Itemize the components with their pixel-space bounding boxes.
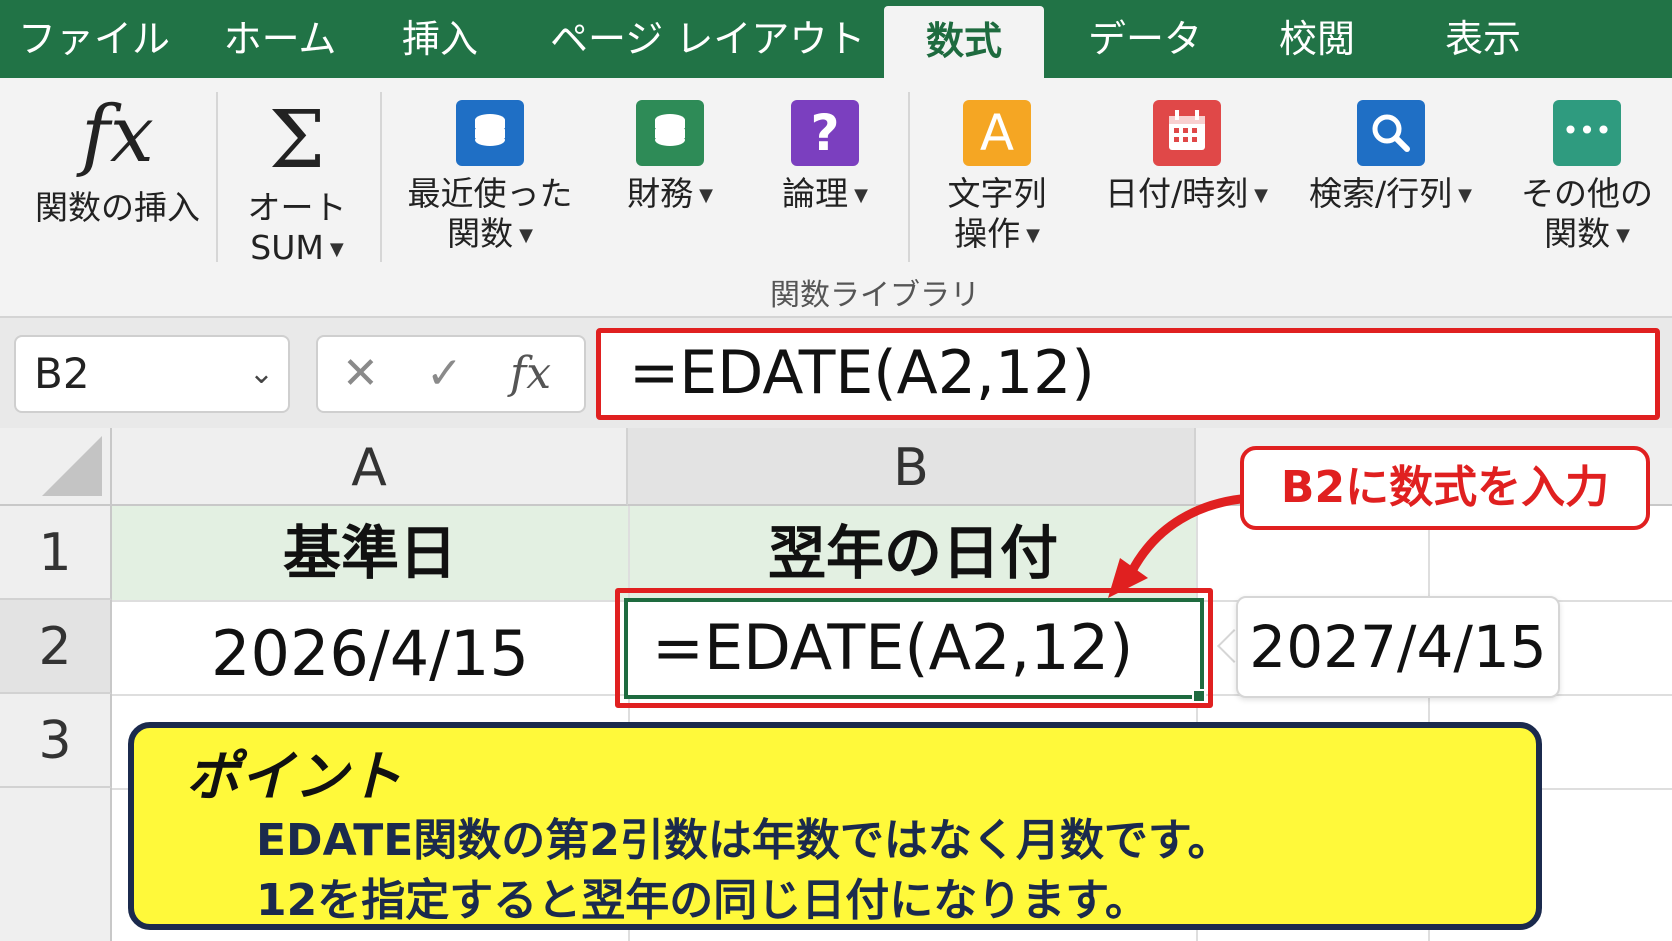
datetime-button[interactable]: 日付/時刻 ▼ <box>1094 100 1279 216</box>
search-icon <box>1356 100 1425 166</box>
ribbon-separator <box>908 92 910 262</box>
cell-a2[interactable]: 2026/4/15 <box>112 602 628 694</box>
fill-handle[interactable] <box>1192 689 1206 703</box>
point-line-2: 12を指定すると翌年の同じ日付になります。 <box>256 875 1149 926</box>
dropdown-arrow-icon: ▼ <box>1026 224 1040 246</box>
logical-button[interactable]: ? 論理 ▼ <box>770 100 880 216</box>
name-box[interactable]: B2 ⌄ <box>14 335 290 413</box>
formula-buttons: ✕ ✓ fx <box>316 335 586 413</box>
dropdown-arrow-icon: ▼ <box>1254 184 1268 206</box>
tab-view[interactable]: 表示 <box>1428 0 1538 78</box>
row-header-1[interactable]: 1 <box>0 506 112 600</box>
fx-icon: fx <box>81 90 154 180</box>
text-a-icon: A <box>963 100 1031 166</box>
question-icon: ? <box>791 100 859 166</box>
tab-formulas[interactable]: 数式 <box>884 6 1044 78</box>
dropdown-arrow-icon: ▼ <box>1458 184 1472 206</box>
point-title: ポイント <box>186 745 402 808</box>
lookup-label: 検索/行列 <box>1309 174 1453 213</box>
more-functions-label-line2: 関数 <box>1544 214 1611 253</box>
tab-file[interactable]: ファイル <box>18 0 170 78</box>
cell-a1[interactable]: 基準日 <box>112 506 628 600</box>
dropdown-arrow-icon: ▼ <box>1616 224 1630 246</box>
recent-functions-button[interactable]: 最近使った 関数 ▼ <box>404 100 576 256</box>
row-header-2[interactable]: 2 <box>0 600 112 694</box>
formula-bar: B2 ⌄ ✕ ✓ fx =EDATE(A2,12) <box>0 318 1672 428</box>
select-all-corner[interactable] <box>0 428 112 506</box>
ribbon-tab-bar: ファイル ホーム 挿入 ページ レイアウト 数式 データ 校閲 表示 <box>0 0 1672 78</box>
tab-review[interactable]: 校閲 <box>1262 0 1372 78</box>
point-note-box: ポイント EDATE関数の第2引数は年数ではなく月数です。 12を指定すると翌年… <box>128 722 1542 930</box>
callout-arrow-icon <box>1108 493 1255 598</box>
ribbon-group-label: 関数ライブラリ <box>770 278 980 313</box>
coins-icon <box>636 100 704 166</box>
select-all-triangle-icon <box>42 436 102 496</box>
insert-function-fx-icon[interactable]: fx <box>510 337 551 411</box>
financial-label: 財務 <box>627 174 694 213</box>
row-header-4[interactable] <box>0 788 112 941</box>
result-preview-bubble: 2027/4/15 <box>1236 596 1560 698</box>
chevron-down-icon[interactable]: ⌄ <box>249 337 274 411</box>
tab-page-layout[interactable]: ページ レイアウト <box>550 0 865 78</box>
text-functions-button[interactable]: A 文字列 操作 ▼ <box>932 100 1062 256</box>
name-box-value: B2 <box>34 349 90 398</box>
ribbon-separator <box>216 92 218 262</box>
dropdown-arrow-icon: ▼ <box>519 224 533 246</box>
calendar-icon <box>1152 100 1221 166</box>
database-icon <box>456 100 524 166</box>
sigma-icon: Σ <box>268 93 326 186</box>
autosum-label-line2: SUM <box>250 228 324 267</box>
cancel-icon[interactable]: ✕ <box>342 337 379 411</box>
dropdown-arrow-icon: ▼ <box>329 238 344 260</box>
cell-b2[interactable]: =EDATE(A2,12) <box>624 598 1204 699</box>
insert-function-button[interactable]: fx 関数の挿入 <box>20 96 215 228</box>
dropdown-arrow-icon: ▼ <box>854 184 868 206</box>
autosum-button[interactable]: Σ オート SUM ▼ <box>232 96 362 270</box>
enter-check-icon[interactable]: ✓ <box>426 337 463 411</box>
more-functions-button[interactable]: ••• その他の 関数 ▼ <box>1512 100 1662 256</box>
insert-function-label: 関数の挿入 <box>35 188 200 227</box>
more-dots-icon: ••• <box>1553 100 1621 166</box>
dropdown-arrow-icon: ▼ <box>699 184 713 206</box>
logical-label: 論理 <box>782 174 849 213</box>
more-functions-label-line1: その他の <box>1521 174 1653 213</box>
formula-input[interactable]: =EDATE(A2,12) <box>596 328 1660 420</box>
ribbon-separator <box>380 92 382 262</box>
text-functions-label-line2: 操作 <box>954 214 1021 253</box>
autosum-label-line1: オート <box>247 188 347 227</box>
column-header-a[interactable]: A <box>112 428 628 506</box>
tab-insert[interactable]: 挿入 <box>385 0 495 78</box>
financial-button[interactable]: 財務 ▼ <box>615 100 725 216</box>
tab-data[interactable]: データ <box>1075 0 1215 78</box>
lookup-button[interactable]: 検索/行列 ▼ <box>1298 100 1483 216</box>
recent-functions-label-line2: 関数 <box>447 214 514 253</box>
recent-functions-label-line1: 最近使った <box>407 174 573 213</box>
text-functions-label-line1: 文字列 <box>947 174 1047 213</box>
datetime-label: 日付/時刻 <box>1105 174 1249 213</box>
point-line-1: EDATE関数の第2引数は年数ではなく月数です。 <box>256 815 1232 866</box>
callout-label: B2に数式を入力 <box>1240 446 1650 530</box>
tab-home[interactable]: ホーム <box>205 0 355 78</box>
row-header-3[interactable]: 3 <box>0 694 112 788</box>
